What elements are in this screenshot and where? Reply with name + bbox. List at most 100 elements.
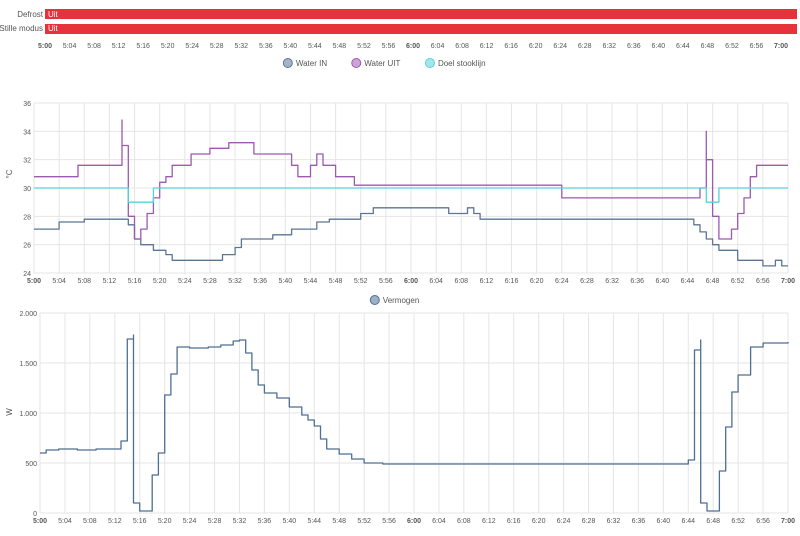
x-tick-label: 6:08 xyxy=(455,43,469,50)
x-tick-label: 5:20 xyxy=(153,278,167,285)
timeline-row-stille-modus: Stille modus Uit xyxy=(0,24,797,34)
x-tick-label: 5:40 xyxy=(283,518,297,525)
x-tick-label: 6:56 xyxy=(750,43,764,50)
y-tick-label: 36 xyxy=(23,101,31,108)
x-tick-label: 6:08 xyxy=(457,518,471,525)
x-tick-label: 6:36 xyxy=(627,43,641,50)
x-tick-label: 5:32 xyxy=(234,43,248,50)
power-y-axis-label: W xyxy=(5,408,14,416)
x-tick-label: 6:24 xyxy=(553,43,567,50)
x-tick-label: 6:00 xyxy=(404,278,418,285)
x-tick-label: 5:28 xyxy=(208,518,222,525)
legend-label: Doel stooklijn xyxy=(438,59,486,68)
x-tick-label: 5:12 xyxy=(103,278,117,285)
x-tick-label: 6:20 xyxy=(532,518,546,525)
y-tick-label: 30 xyxy=(23,186,31,193)
x-tick-label: 6:08 xyxy=(454,278,468,285)
legend-label: Water UIT xyxy=(364,59,400,68)
legend-item[interactable]: Vermogen xyxy=(369,295,419,306)
x-tick-label: 5:00 xyxy=(33,518,47,525)
temperature-y-axis-label: °C xyxy=(5,169,14,178)
x-tick-label: 5:24 xyxy=(183,518,197,525)
legend-label: Water IN xyxy=(296,59,327,68)
power-chart: Vermogen 05001.0001.5002.000 5:00 5:04 5:0… xyxy=(5,295,795,525)
power-legend: Vermogen xyxy=(369,295,419,306)
x-tick-label: 6:16 xyxy=(505,278,519,285)
x-tick-label: 5:00 xyxy=(27,278,41,285)
legend-swatch xyxy=(282,58,293,68)
x-tick-label: 6:32 xyxy=(605,278,619,285)
x-tick-label: 6:48 xyxy=(706,518,720,525)
timeline-row-label: Stille modus xyxy=(0,24,43,33)
x-tick-label: 5:04 xyxy=(52,278,66,285)
legend-item[interactable]: Water UIT xyxy=(351,58,401,69)
temperature-y-axis: 24 26 28 30 32 34 36 xyxy=(23,101,31,278)
timeline-x-axis: 5:00 5:04 5:08 5:12 5:16 5:20 5:24 5:28 5:32 5:36… xyxy=(38,43,788,50)
x-tick-label: 5:52 xyxy=(357,43,371,50)
x-tick-label: 6:04 xyxy=(432,518,446,525)
x-tick-label: 6:40 xyxy=(652,43,666,50)
y-tick-label: 32 xyxy=(23,158,31,165)
x-tick-label: 5:20 xyxy=(158,518,172,525)
x-tick-label: 6:20 xyxy=(529,43,543,50)
x-tick-label: 6:44 xyxy=(681,518,695,525)
x-tick-label: 5:44 xyxy=(304,278,318,285)
x-tick-label: 6:24 xyxy=(557,518,571,525)
x-tick-label: 6:32 xyxy=(607,518,621,525)
y-tick-label: 24 xyxy=(23,271,31,278)
x-tick-label: 5:48 xyxy=(329,278,343,285)
x-tick-label: 5:28 xyxy=(203,278,217,285)
y-tick-label: 0 xyxy=(33,511,37,518)
temperature-x-axis: 5:00 5:04 5:08 5:12 5:16 5:20 5:24 5:28 5:32 5:36… xyxy=(27,278,795,285)
legend-swatch xyxy=(351,58,362,68)
x-tick-label: 5:56 xyxy=(382,43,396,50)
x-tick-label: 6:48 xyxy=(706,278,720,285)
x-tick-label: 6:52 xyxy=(731,278,745,285)
x-tick-label: 5:44 xyxy=(308,43,322,50)
x-tick-label: 6:36 xyxy=(632,518,646,525)
x-tick-label: 6:28 xyxy=(582,518,596,525)
x-tick-label: 5:12 xyxy=(108,518,122,525)
x-tick-label: 5:48 xyxy=(333,43,347,50)
x-tick-label: 6:16 xyxy=(507,518,521,525)
x-tick-label: 5:32 xyxy=(233,518,247,525)
x-tick-label: 5:44 xyxy=(307,518,321,525)
temperature-chart: Water IN Water UIT Doel stooklijn 24 26 28 30… xyxy=(5,58,795,285)
x-tick-label: 6:44 xyxy=(676,43,690,50)
x-tick-label: 5:04 xyxy=(58,518,72,525)
x-tick-label: 7:00 xyxy=(781,518,795,525)
y-tick-label: 26 xyxy=(23,243,31,250)
y-tick-label: 2.000 xyxy=(19,311,37,318)
x-tick-label: 5:12 xyxy=(112,43,126,50)
y-tick-label: 1.500 xyxy=(19,361,37,368)
status-timeline: Defrost Uit Stille modus Uit 5:00 5:04 5:0… xyxy=(0,9,797,50)
x-tick-label: 6:52 xyxy=(731,518,745,525)
x-tick-label: 6:36 xyxy=(630,278,644,285)
y-tick-label: 28 xyxy=(23,214,31,221)
timeline-bar[interactable] xyxy=(45,24,797,34)
x-tick-label: 6:56 xyxy=(756,518,770,525)
x-tick-label: 7:00 xyxy=(774,43,788,50)
legend-label: Vermogen xyxy=(383,296,419,305)
x-tick-label: 5:28 xyxy=(210,43,224,50)
timeline-bar[interactable] xyxy=(45,9,797,19)
x-tick-label: 5:20 xyxy=(161,43,175,50)
power-y-axis: 0 500 1.000 1.500 2.000 xyxy=(19,311,37,518)
x-tick-label: 6:20 xyxy=(530,278,544,285)
x-tick-label: 5:08 xyxy=(87,43,101,50)
x-tick-label: 6:48 xyxy=(701,43,715,50)
x-tick-label: 6:32 xyxy=(602,43,616,50)
x-tick-label: 6:40 xyxy=(656,278,670,285)
x-tick-label: 6:04 xyxy=(429,278,443,285)
y-tick-label: 1.000 xyxy=(19,411,37,418)
x-tick-label: 6:12 xyxy=(480,278,494,285)
y-tick-label: 500 xyxy=(25,461,37,468)
temperature-legend: Water IN Water UIT Doel stooklijn xyxy=(282,58,486,69)
x-tick-label: 5:24 xyxy=(185,43,199,50)
x-tick-label: 5:16 xyxy=(136,43,150,50)
legend-item[interactable]: Doel stooklijn xyxy=(424,58,486,69)
x-tick-label: 5:40 xyxy=(284,43,298,50)
timeline-bar-value: Uit xyxy=(48,10,59,19)
timeline-row-defrost: Defrost Uit xyxy=(17,9,797,19)
legend-item[interactable]: Water IN xyxy=(282,58,327,69)
